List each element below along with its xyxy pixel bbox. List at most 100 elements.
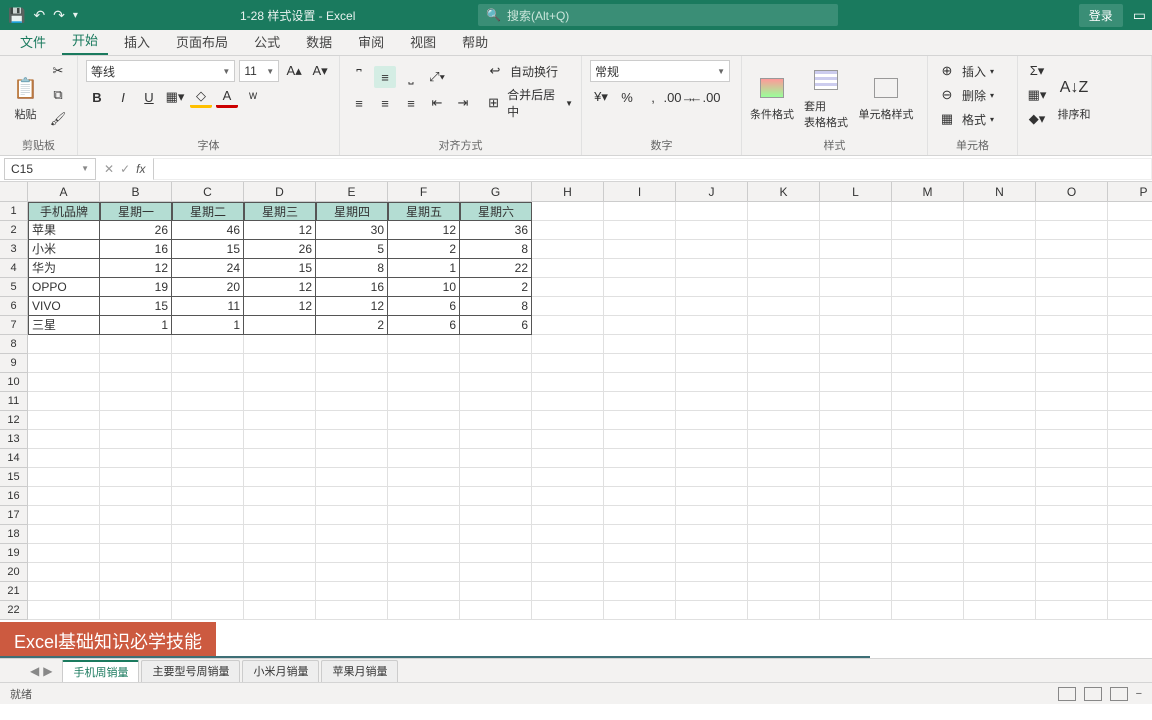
cell[interactable] — [1036, 525, 1108, 544]
conditional-format-button[interactable]: 条件格式 — [750, 68, 794, 122]
undo-icon[interactable]: ↶ — [33, 7, 45, 24]
cell[interactable] — [748, 449, 820, 468]
cell[interactable] — [820, 297, 892, 316]
cell[interactable]: 19 — [100, 278, 172, 297]
cell[interactable] — [748, 335, 820, 354]
cell[interactable] — [532, 392, 604, 411]
align-right-icon[interactable]: ≡ — [400, 92, 422, 114]
cell[interactable] — [388, 468, 460, 487]
cell[interactable] — [676, 544, 748, 563]
cell[interactable] — [1108, 544, 1152, 563]
phonetic-icon[interactable]: ᵂ — [242, 86, 264, 108]
cell[interactable] — [604, 468, 676, 487]
cell[interactable] — [820, 354, 892, 373]
cell[interactable] — [892, 373, 964, 392]
cell[interactable] — [532, 202, 604, 221]
cell[interactable] — [604, 411, 676, 430]
cell[interactable] — [604, 449, 676, 468]
cell[interactable] — [172, 468, 244, 487]
cell[interactable]: 15 — [172, 240, 244, 259]
column-header[interactable]: D — [244, 182, 316, 202]
cell[interactable] — [892, 563, 964, 582]
increase-indent-icon[interactable]: ⇥ — [452, 92, 474, 114]
cell[interactable] — [532, 525, 604, 544]
cell[interactable] — [892, 582, 964, 601]
cell[interactable]: 11 — [172, 297, 244, 316]
row-header[interactable]: 7 — [0, 316, 28, 335]
cell[interactable] — [244, 449, 316, 468]
cell[interactable] — [892, 506, 964, 525]
row-header[interactable]: 3 — [0, 240, 28, 259]
cell[interactable] — [244, 582, 316, 601]
cell[interactable] — [820, 221, 892, 240]
cell[interactable] — [1108, 278, 1152, 297]
cell[interactable] — [244, 506, 316, 525]
cell[interactable] — [388, 487, 460, 506]
cell[interactable] — [244, 468, 316, 487]
cell[interactable] — [316, 582, 388, 601]
copy-icon[interactable]: ⧉ — [47, 84, 69, 106]
cell[interactable] — [676, 316, 748, 335]
cell[interactable] — [748, 202, 820, 221]
cell[interactable] — [28, 411, 100, 430]
cell[interactable] — [1036, 221, 1108, 240]
cell[interactable] — [964, 335, 1036, 354]
orientation-icon[interactable]: ⤢▾ — [426, 66, 448, 88]
cell[interactable] — [1108, 449, 1152, 468]
row-header[interactable]: 14 — [0, 449, 28, 468]
row-header[interactable]: 4 — [0, 259, 28, 278]
cell[interactable] — [604, 240, 676, 259]
cell[interactable] — [1036, 544, 1108, 563]
cell[interactable] — [100, 506, 172, 525]
view-break-icon[interactable] — [1110, 687, 1128, 701]
row-header[interactable]: 13 — [0, 430, 28, 449]
cell[interactable]: 星期四 — [316, 202, 388, 221]
cell[interactable]: 8 — [460, 297, 532, 316]
decrease-indent-icon[interactable]: ⇤ — [426, 92, 448, 114]
cell[interactable] — [748, 297, 820, 316]
cell[interactable] — [748, 601, 820, 620]
column-header[interactable]: O — [1036, 182, 1108, 202]
cell[interactable] — [1108, 221, 1152, 240]
cell[interactable] — [532, 563, 604, 582]
cell[interactable] — [748, 278, 820, 297]
currency-icon[interactable]: ¥▾ — [590, 86, 612, 108]
cell[interactable] — [820, 468, 892, 487]
cell[interactable] — [100, 468, 172, 487]
column-header[interactable]: E — [316, 182, 388, 202]
cell[interactable] — [532, 468, 604, 487]
cell[interactable] — [28, 506, 100, 525]
cell[interactable]: 星期六 — [460, 202, 532, 221]
cell[interactable] — [748, 373, 820, 392]
cell[interactable] — [676, 354, 748, 373]
cell[interactable] — [676, 392, 748, 411]
cell[interactable] — [604, 430, 676, 449]
cell[interactable] — [820, 449, 892, 468]
cell[interactable] — [460, 335, 532, 354]
cell[interactable] — [892, 468, 964, 487]
cell[interactable] — [172, 544, 244, 563]
cell[interactable]: 12 — [244, 221, 316, 240]
cell[interactable] — [388, 506, 460, 525]
format-painter-icon[interactable]: 🖌 — [47, 108, 69, 130]
cell[interactable] — [604, 601, 676, 620]
cell[interactable] — [100, 430, 172, 449]
cell[interactable] — [1036, 392, 1108, 411]
cell[interactable] — [676, 525, 748, 544]
cell[interactable] — [388, 430, 460, 449]
cell[interactable] — [748, 392, 820, 411]
sheet-tab[interactable]: 主要型号周销量 — [141, 660, 240, 682]
cell[interactable]: 小米 — [28, 240, 100, 259]
cell[interactable] — [964, 544, 1036, 563]
cell[interactable] — [1108, 373, 1152, 392]
name-box[interactable]: C15▼ — [4, 158, 96, 180]
font-name-select[interactable]: 等线▼ — [86, 60, 235, 82]
row-header[interactable]: 10 — [0, 373, 28, 392]
cell[interactable] — [388, 544, 460, 563]
cell[interactable] — [316, 506, 388, 525]
cell[interactable] — [892, 544, 964, 563]
cell[interactable] — [28, 525, 100, 544]
sort-filter-button[interactable]: A↓Z排序和 — [1052, 68, 1096, 122]
cell[interactable] — [28, 430, 100, 449]
row-header[interactable]: 18 — [0, 525, 28, 544]
